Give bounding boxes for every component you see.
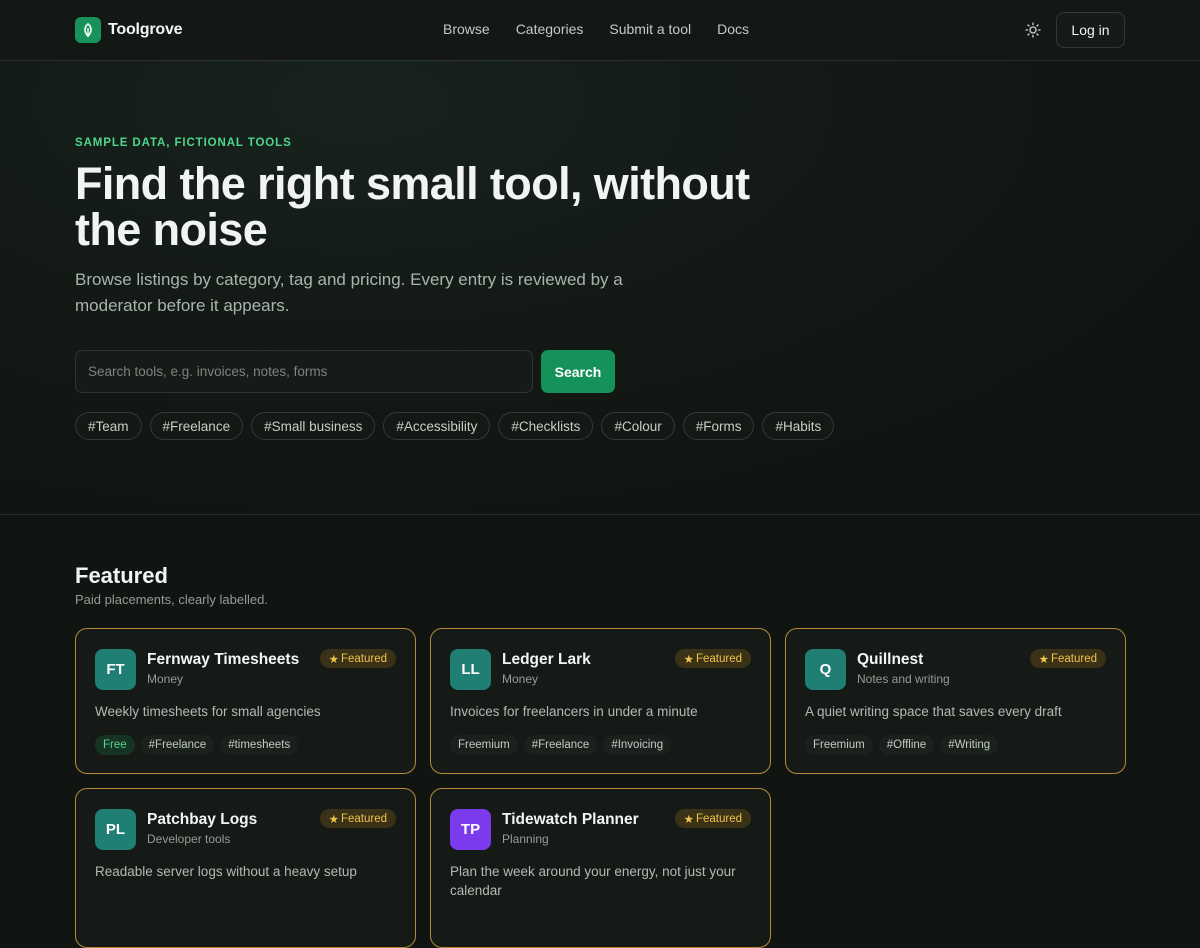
tool-tag[interactable]: #Freelance xyxy=(140,735,215,755)
tool-name[interactable]: Fernway Timesheets xyxy=(147,651,299,669)
star-icon: ★ xyxy=(328,813,339,826)
nav-submit-tool[interactable]: Submit a tool xyxy=(609,21,691,37)
hero-eyebrow: SAMPLE DATA, FICTIONAL TOOLS xyxy=(75,137,292,149)
featured-badge: ★ Featured xyxy=(319,809,396,828)
tool-name[interactable]: Quillnest xyxy=(857,651,923,669)
featured-badge-label: Featured xyxy=(695,652,742,665)
tool-category: Money xyxy=(502,672,539,686)
featured-badge: ★ Featured xyxy=(674,809,751,828)
tag-accessibility[interactable]: #Accessibility xyxy=(383,412,491,440)
star-icon: ★ xyxy=(683,653,694,666)
tool-description: Invoices for freelancers in under a minu… xyxy=(450,704,698,719)
tool-avatar: FT xyxy=(95,649,136,690)
tool-avatar: PL xyxy=(95,809,136,850)
tag-team[interactable]: #Team xyxy=(75,412,142,440)
featured-badge-label: Featured xyxy=(340,812,387,825)
tool-avatar: LL xyxy=(450,649,491,690)
star-icon: ★ xyxy=(1038,653,1049,666)
hero-subtitle: Browse listings by category, tag and pri… xyxy=(75,270,623,315)
login-button[interactable]: Log in xyxy=(1056,12,1125,48)
star-icon: ★ xyxy=(683,813,694,826)
tool-card[interactable]: TP Tidewatch Planner Planning ★ Featured … xyxy=(430,788,771,948)
tool-name[interactable]: Patchbay Logs xyxy=(147,811,257,829)
tool-tags: Free #Freelance #timesheets xyxy=(95,735,299,755)
tool-description: Readable server logs without a heavy set… xyxy=(95,864,357,879)
nav-docs[interactable]: Docs xyxy=(717,21,749,37)
tag-colour[interactable]: #Colour xyxy=(601,412,675,440)
tool-card[interactable]: PL Patchbay Logs Developer tools ★ Featur… xyxy=(75,788,416,948)
sun-icon xyxy=(1025,22,1041,38)
featured-badge-label: Featured xyxy=(1050,652,1097,665)
tool-avatar: Q xyxy=(805,649,846,690)
featured-subheading: Paid placements, clearly labelled. xyxy=(75,592,268,607)
tool-card[interactable]: Q Quillnest Notes and writing ★ Featured … xyxy=(785,628,1126,774)
nav-categories[interactable]: Categories xyxy=(516,21,584,37)
theme-toggle-button[interactable] xyxy=(1023,20,1043,40)
tool-category: Money xyxy=(147,672,184,686)
tool-tag[interactable]: #Writing xyxy=(940,735,999,755)
tool-card[interactable]: FT Fernway Timesheets Money ★ Featured We… xyxy=(75,628,416,774)
tag-checklists[interactable]: #Checklists xyxy=(498,412,594,440)
brand-name: Toolgrove xyxy=(108,21,183,38)
star-icon: ★ xyxy=(328,653,339,666)
search-button[interactable]: Search xyxy=(541,350,615,393)
tag-habits[interactable]: #Habits xyxy=(762,412,835,440)
main-nav: Browse Categories Submit a tool Docs xyxy=(443,21,749,37)
tool-tags: Freemium #Freelance #Invoicing xyxy=(450,735,672,755)
featured-badge: ★ Featured xyxy=(319,649,396,668)
tool-card[interactable]: LL Ledger Lark Money ★ Featured Invoices … xyxy=(430,628,771,774)
hero-title: Find the right small tool, without the n… xyxy=(75,158,750,255)
pricing-badge: Freemium xyxy=(450,735,518,755)
tool-description: Weekly timesheets for small agencies xyxy=(95,704,321,719)
tool-tags: Freemium #Offline #Writing xyxy=(805,735,999,755)
tool-category: Planning xyxy=(502,832,549,846)
tag-freelance[interactable]: #Freelance xyxy=(149,412,244,440)
tool-description: Plan the week around your energy, not ju… xyxy=(450,864,736,898)
brand[interactable]: Toolgrove xyxy=(75,17,183,43)
tool-name[interactable]: Ledger Lark xyxy=(502,651,591,669)
tool-name[interactable]: Tidewatch Planner xyxy=(502,811,639,829)
tool-avatar: TP xyxy=(450,809,491,850)
featured-badge: ★ Featured xyxy=(674,649,751,668)
pricing-badge: Free xyxy=(95,735,135,755)
featured-badge: ★ Featured xyxy=(1029,649,1106,668)
leaf-logo-icon xyxy=(75,17,101,43)
tool-tag[interactable]: #Freelance xyxy=(523,735,598,755)
featured-badge-label: Featured xyxy=(695,812,742,825)
tool-description: A quiet writing space that saves every d… xyxy=(805,704,1062,719)
tool-tag[interactable]: #timesheets xyxy=(220,735,299,755)
tag-small-business[interactable]: #Small business xyxy=(251,412,376,440)
tool-tag[interactable]: #Invoicing xyxy=(603,735,672,755)
top-navbar: Toolgrove Browse Categories Submit a too… xyxy=(0,0,1200,61)
tag-filter-list: #Team #Freelance #Small business #Access… xyxy=(75,412,835,440)
featured-heading: Featured xyxy=(75,563,168,588)
hero-section: SAMPLE DATA, FICTIONAL TOOLS Find the ri… xyxy=(0,61,1200,515)
pricing-badge: Freemium xyxy=(805,735,873,755)
tool-category: Developer tools xyxy=(147,832,231,846)
search-input[interactable] xyxy=(75,350,533,393)
tool-tag[interactable]: #Offline xyxy=(878,735,935,755)
tag-forms[interactable]: #Forms xyxy=(682,412,755,440)
nav-browse[interactable]: Browse xyxy=(443,21,490,37)
tool-category: Notes and writing xyxy=(857,672,950,686)
featured-badge-label: Featured xyxy=(340,652,387,665)
